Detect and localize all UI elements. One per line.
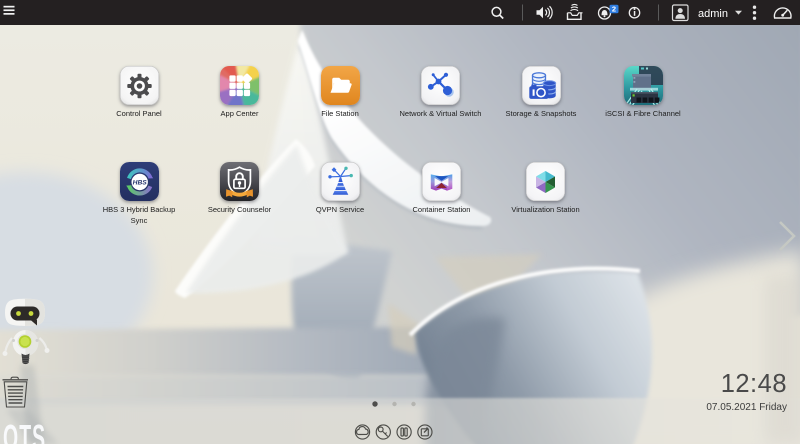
svg-text:admin: admin (698, 8, 728, 20)
svg-text:2: 2 (612, 5, 616, 14)
svg-text:HBS: HBS (132, 179, 147, 186)
